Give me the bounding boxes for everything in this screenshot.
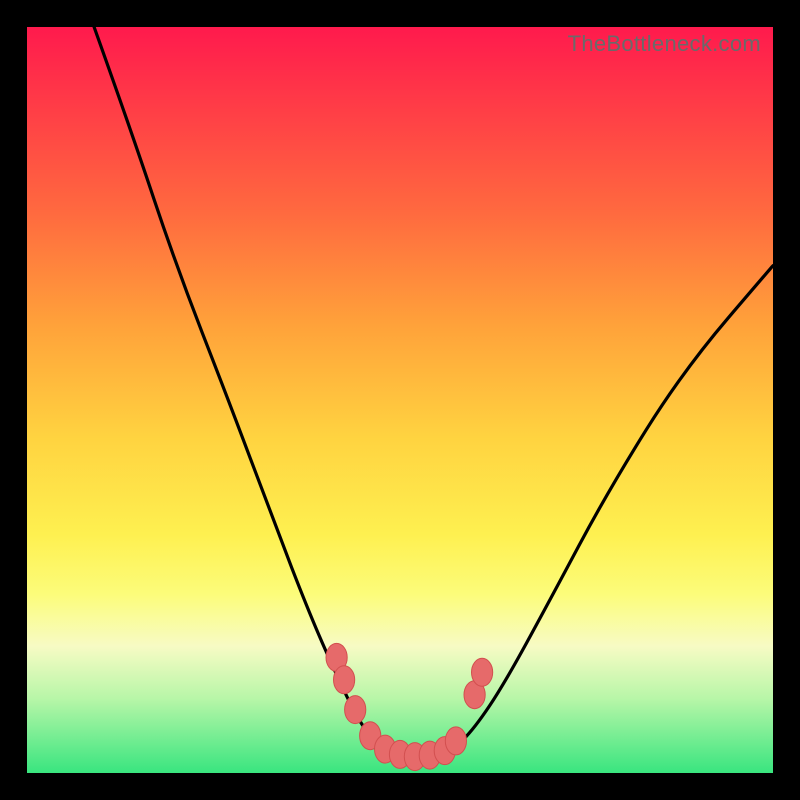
curve-marker <box>345 696 366 724</box>
plot-area: TheBottleneck.com <box>27 27 773 773</box>
bottleneck-curve-svg <box>27 27 773 773</box>
bottleneck-curve <box>94 27 773 758</box>
curve-marker <box>472 658 493 686</box>
curve-marker <box>334 666 355 694</box>
chart-frame: TheBottleneck.com <box>0 0 800 800</box>
curve-markers <box>326 643 493 770</box>
curve-marker <box>445 727 466 755</box>
